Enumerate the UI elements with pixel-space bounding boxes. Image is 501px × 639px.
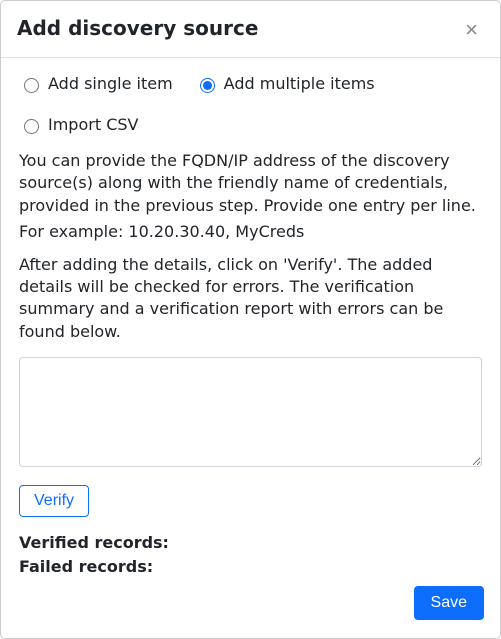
help-paragraph-2: After adding the details, click on 'Veri… <box>19 254 482 344</box>
verified-records-label: Verified records: <box>19 533 169 552</box>
modal-body: Add single item Add multiple items Impor… <box>1 58 500 574</box>
help-text: You can provide the FQDN/IP address of t… <box>19 150 482 343</box>
modal-footer: Save <box>1 574 500 638</box>
radio-label-import: Import CSV <box>48 115 138 134</box>
radio-add-single-item[interactable]: Add single item <box>19 74 173 93</box>
radio-import-csv[interactable]: Import CSV <box>19 115 138 134</box>
radio-add-multiple-items[interactable]: Add multiple items <box>195 74 375 93</box>
discovery-entries-textarea[interactable] <box>19 357 482 467</box>
radio-input-single[interactable] <box>24 78 39 93</box>
radio-input-import[interactable] <box>24 119 39 134</box>
radio-label-single: Add single item <box>48 74 173 93</box>
modal-title: Add discovery source <box>17 15 258 41</box>
modal-header: Add discovery source × <box>1 1 500 58</box>
help-paragraph-1: You can provide the FQDN/IP address of t… <box>19 150 482 217</box>
verified-records-line: Verified records: <box>19 531 482 555</box>
radio-input-multiple[interactable] <box>200 78 215 93</box>
close-icon: × <box>465 17 478 42</box>
help-example: For example: 10.20.30.40, MyCreds <box>19 221 482 243</box>
failed-records-label: Failed records: <box>19 557 153 574</box>
radio-label-multiple: Add multiple items <box>224 74 375 93</box>
add-discovery-source-modal: Add discovery source × Add single item A… <box>0 0 501 639</box>
save-button[interactable]: Save <box>414 586 484 620</box>
verify-button[interactable]: Verify <box>19 485 89 517</box>
mode-radio-group: Add single item Add multiple items Impor… <box>19 74 482 134</box>
close-button[interactable]: × <box>459 17 484 43</box>
verification-summary: Verified records: Failed records: <box>19 531 482 574</box>
failed-records-line: Failed records: <box>19 555 482 574</box>
